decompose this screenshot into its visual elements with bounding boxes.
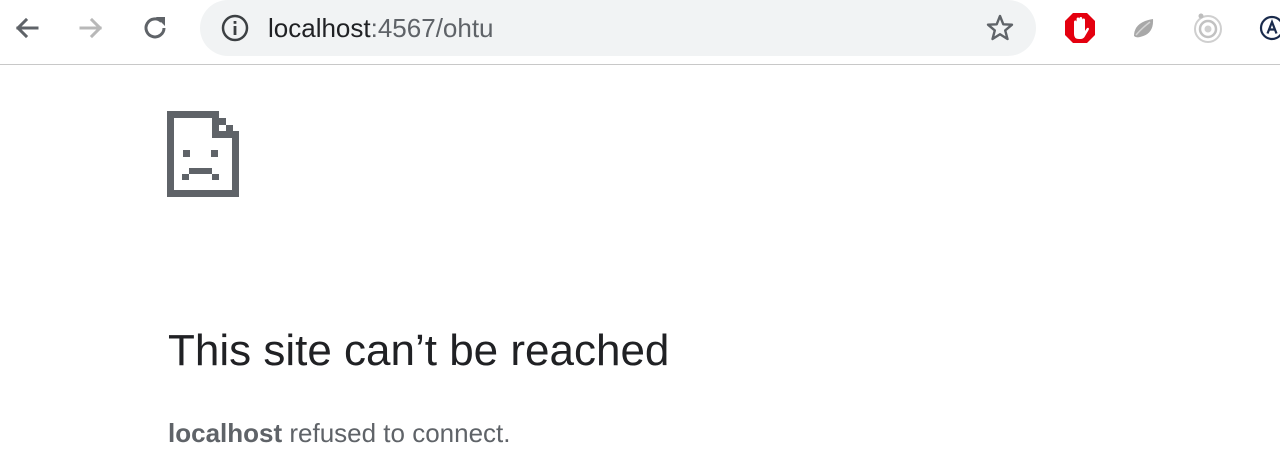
leaf-extension-button[interactable] bbox=[1126, 10, 1162, 46]
gray-leaf-extension-icon bbox=[1134, 19, 1154, 38]
reload-button[interactable] bbox=[139, 12, 171, 44]
info-icon[interactable] bbox=[220, 13, 250, 43]
adblock-extension-button[interactable] bbox=[1062, 10, 1098, 46]
target-extension-button[interactable] bbox=[1190, 10, 1226, 46]
account-a-icon bbox=[1259, 15, 1280, 41]
browser-toolbar: localhost:4567/ohtu bbox=[0, 0, 1280, 65]
sad-document-icon bbox=[167, 111, 239, 197]
error-title: This site can’t be reached bbox=[168, 326, 670, 375]
error-page: This site can’t be reached localhost ref… bbox=[0, 66, 1280, 474]
gray-target-extension-icon bbox=[1194, 13, 1222, 43]
back-arrow-icon bbox=[15, 17, 39, 39]
forward-button[interactable] bbox=[75, 12, 107, 44]
star-icon[interactable] bbox=[984, 12, 1016, 44]
back-button[interactable] bbox=[11, 12, 43, 44]
url-host: localhost bbox=[268, 13, 371, 43]
error-message-text: refused to connect. bbox=[282, 418, 511, 448]
account-extension-button[interactable] bbox=[1254, 10, 1280, 46]
adblock-icon bbox=[1065, 13, 1095, 43]
error-message: localhost refused to connect. bbox=[168, 416, 511, 450]
address-bar[interactable]: localhost:4567/ohtu bbox=[200, 0, 1036, 56]
forward-arrow-icon bbox=[79, 17, 103, 39]
reload-icon bbox=[144, 17, 166, 39]
error-host: localhost bbox=[168, 418, 283, 448]
url-text[interactable]: localhost:4567/ohtu bbox=[268, 13, 494, 43]
url-path: :4567/ohtu bbox=[370, 13, 494, 43]
